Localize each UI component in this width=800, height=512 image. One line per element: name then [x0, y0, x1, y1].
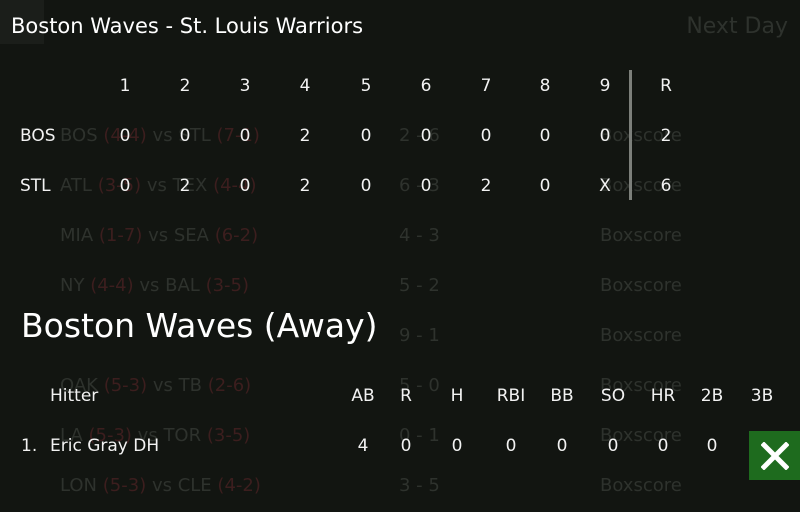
inning-header: 6	[420, 76, 432, 96]
inning-score: 0	[239, 176, 251, 196]
inning-score: X	[599, 176, 611, 196]
inning-score: 0	[119, 126, 131, 146]
inning-header: 1	[119, 76, 131, 96]
stat-header: 3B	[750, 386, 774, 406]
inning-score: 2	[299, 126, 311, 146]
inning-score: 0	[539, 126, 551, 146]
inning-header: 8	[539, 76, 551, 96]
inning-header: 3	[239, 76, 251, 96]
inning-header: 2	[179, 76, 191, 96]
linescore-team: BOS	[20, 126, 56, 146]
stat-value: 0	[400, 436, 412, 456]
inning-score: 2	[480, 176, 492, 196]
stat-header: HR	[650, 386, 676, 406]
stat-header: BB	[550, 386, 574, 406]
inning-header: 4	[299, 76, 311, 96]
stat-value: 4	[357, 436, 369, 456]
linescore-team: STL	[20, 176, 51, 196]
inning-score: 0	[239, 126, 251, 146]
stat-header: AB	[351, 386, 375, 406]
stat-value: 0	[505, 436, 517, 456]
stat-header: RBI	[496, 386, 526, 406]
hitter-name[interactable]: Eric Gray DH	[50, 436, 159, 456]
stat-value: 0	[657, 436, 669, 456]
inning-score: 2	[299, 176, 311, 196]
stat-header: 2B	[700, 386, 724, 406]
close-icon	[760, 441, 789, 470]
batting-order-number: 1.	[21, 436, 38, 456]
runs-header: R	[660, 76, 672, 96]
hitter-header: Hitter	[50, 386, 99, 406]
boxscore-overlay: Boston Waves - St. Louis Warriors 1 2 3 4 5 6…	[0, 0, 800, 480]
stat-value: 0	[556, 436, 568, 456]
runs-total: 2	[660, 126, 672, 146]
stat-value: 0	[451, 436, 463, 456]
stat-header: SO	[600, 386, 626, 406]
inning-header: 7	[480, 76, 492, 96]
team-section-title: Boston Waves (Away)	[21, 306, 378, 345]
stat-header: H	[450, 386, 464, 406]
game-title: Boston Waves - St. Louis Warriors	[11, 14, 364, 38]
linescore-divider	[629, 70, 632, 200]
inning-score: 0	[420, 126, 432, 146]
inning-score: 0	[480, 126, 492, 146]
inning-score: 0	[420, 176, 432, 196]
inning-score: 0	[119, 176, 131, 196]
inning-score: 2	[179, 176, 191, 196]
inning-header: 5	[360, 76, 372, 96]
runs-total: 6	[660, 176, 672, 196]
close-button[interactable]	[749, 431, 800, 480]
inning-score: 0	[360, 176, 372, 196]
inning-score: 0	[599, 126, 611, 146]
stat-header: R	[400, 386, 412, 406]
inning-score: 0	[179, 126, 191, 146]
inning-score: 0	[539, 176, 551, 196]
inning-header: 9	[599, 76, 611, 96]
inning-score: 0	[360, 126, 372, 146]
stat-value: 0	[706, 436, 718, 456]
stat-value: 0	[607, 436, 619, 456]
